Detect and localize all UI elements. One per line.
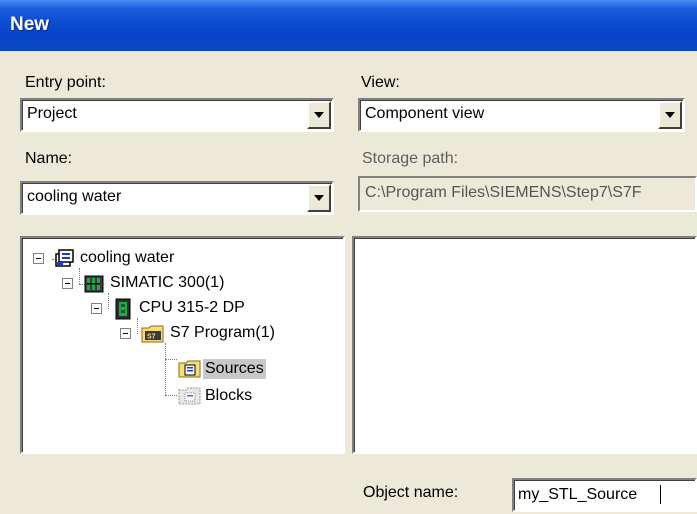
name-dropdown-button[interactable] — [307, 184, 331, 212]
tree-item-label: S7 Program(1) — [170, 324, 275, 341]
simatic-station-icon — [84, 274, 104, 299]
title-bar[interactable]: New — [0, 0, 697, 51]
chevron-down-icon — [665, 112, 675, 118]
tree-item-blocks[interactable]: Blocks — [22, 385, 342, 409]
sources-folder-icon — [178, 359, 202, 384]
collapse-toggle-icon[interactable] — [33, 253, 44, 264]
cpu-icon — [113, 298, 133, 325]
object-name-value: my_STL_Source — [518, 486, 638, 503]
window-title: New — [10, 14, 50, 35]
blocks-folder-icon — [178, 386, 202, 411]
svg-text:S7: S7 — [147, 334, 156, 341]
new-dialog: New Entry point: Project View: Component… — [0, 0, 697, 514]
tree-item-cooling-water[interactable]: cooling water — [22, 247, 342, 271]
entry-point-label: Entry point: — [25, 74, 106, 91]
s7-program-folder-icon: S7 — [141, 324, 165, 349]
storage-path-value: C:\Program Files\SIEMENS\Step7\S7F — [365, 184, 642, 201]
entry-point-dropdown[interactable]: Project — [20, 98, 334, 132]
collapse-toggle-icon[interactable] — [91, 303, 102, 314]
object-name-label: Object name: — [363, 484, 459, 501]
chevron-down-icon — [314, 195, 324, 201]
name-combobox[interactable]: cooling water — [20, 181, 334, 215]
storage-path-label: Storage path: — [362, 150, 459, 167]
tree-item-label: cooling water — [80, 249, 175, 266]
tree-item-cpu-315-2-dp[interactable]: CPU 315-2 DP — [22, 297, 342, 321]
tree-item-label: SIMATIC 300(1) — [110, 274, 225, 291]
tree-item-label: CPU 315-2 DP — [139, 299, 245, 316]
view-label: View: — [361, 74, 400, 91]
view-dropdown-button[interactable] — [658, 101, 682, 129]
text-caret — [660, 485, 661, 504]
entry-point-dropdown-button[interactable] — [307, 101, 331, 129]
name-value: cooling water — [27, 188, 122, 205]
view-dropdown[interactable]: Component view — [358, 98, 685, 132]
tree-item-label: Sources — [203, 359, 266, 379]
storage-path-field: C:\Program Files\SIEMENS\Step7\S7F — [358, 176, 697, 212]
tree-item-label: Blocks — [205, 387, 253, 404]
tree-item-s7-program[interactable]: S7 S7 Program(1) — [22, 322, 342, 346]
tree-item-simatic-300[interactable]: SIMATIC 300(1) — [22, 272, 342, 296]
name-label: Name: — [25, 150, 73, 167]
object-name-input[interactable]: my_STL_Source — [512, 478, 697, 512]
view-value: Component view — [365, 105, 485, 122]
chevron-down-icon — [314, 112, 324, 118]
project-tree-pane[interactable]: cooling water SIMATIC 300(1) CPU 315-2 D… — [20, 236, 345, 454]
collapse-toggle-icon[interactable] — [62, 278, 73, 289]
project-icon — [54, 248, 76, 275]
object-list-pane[interactable] — [352, 236, 697, 454]
tree-item-sources[interactable]: Sources — [22, 358, 342, 382]
entry-point-value: Project — [27, 105, 77, 122]
collapse-toggle-icon[interactable] — [120, 328, 131, 339]
